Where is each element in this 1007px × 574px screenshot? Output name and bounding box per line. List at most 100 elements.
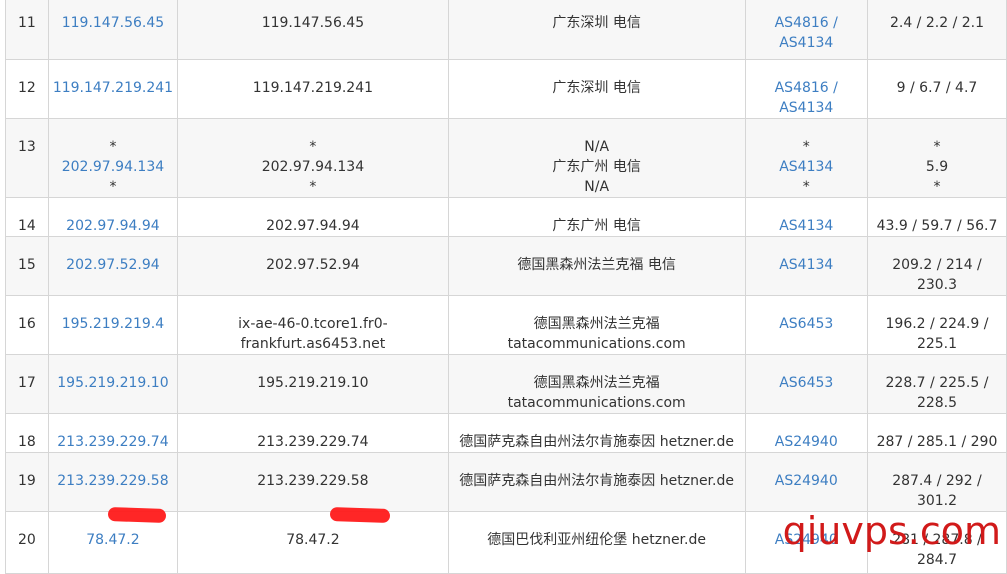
cell-text: 213.239.229.58: [257, 473, 369, 489]
cell-text: 广东深圳 电信: [552, 15, 641, 31]
ip-link[interactable]: 213.239.229.74: [53, 432, 173, 452]
asn-link[interactable]: AS4134: [750, 33, 863, 53]
asn-link[interactable]: AS4816 /: [750, 13, 863, 33]
hop-number-cell: 16: [5, 295, 49, 355]
ip-link[interactable]: 202.97.94.94: [53, 216, 173, 236]
cell-text: *: [309, 139, 317, 155]
latency-cell: 196.2 / 224.9 / 225.1: [866, 295, 1007, 355]
traceroute-table: 11 119.147.56.45 119.147.56.45 广东深圳 电信 AS481…: [5, 0, 1007, 574]
asn-link[interactable]: AS4134: [750, 255, 863, 275]
ip-cell: 213.239.229.58: [47, 452, 179, 512]
cell-text: N/A: [584, 139, 610, 155]
latency-cell: 287.4 / 292 / 301.2: [866, 452, 1007, 512]
hop-number-cell: 14: [5, 197, 49, 237]
hostname-cell: ix-ae-46-0.tcore1.fr0- frankfurt.as6453.n…: [177, 295, 449, 355]
location-cell: 广东深圳 电信: [447, 59, 746, 119]
hop-number: 16: [17, 316, 36, 332]
latency-cell: 43.9 / 59.7 / 56.7: [866, 197, 1007, 237]
hop-number-cell: 17: [5, 354, 49, 414]
watermark-text: qiuvps.com: [782, 509, 1001, 553]
redaction-mark: [329, 506, 391, 524]
ip-cell: 195.219.219.10: [47, 354, 179, 414]
hostname-cell: 195.219.219.10: [177, 354, 449, 414]
ip-link[interactable]: 119.147.56.45: [53, 13, 173, 33]
table-row: 19 213.239.229.58 213.239.229.58 德国萨克森自由州法尔…: [5, 452, 1007, 512]
cell-text: 德国黑森州法兰克福 电信: [517, 257, 676, 273]
table-row: 13 * 202.97.94.134 * * 202.97.94.134 * N/A 广东广州 …: [5, 118, 1007, 198]
hostname-cell: 78.47.2: [177, 511, 449, 574]
asn-link[interactable]: AS24940: [750, 432, 863, 452]
cell-text: *: [109, 179, 117, 195]
cell-text: 广东深圳 电信: [552, 80, 641, 96]
ip-cell: 119.147.56.45: [47, 0, 179, 60]
ip-cell: 213.239.229.74: [47, 413, 179, 453]
asn-link[interactable]: AS4816 /: [750, 78, 863, 98]
location-cell: 德国巴伐利亚州纽伦堡 hetzner.de: [447, 511, 746, 574]
asn-link[interactable]: AS4134: [750, 98, 863, 118]
hop-number-cell: 12: [5, 59, 49, 119]
location-cell: 德国萨克森自由州法尔肯施泰因 hetzner.de: [447, 413, 746, 453]
location-cell: 德国黑森州法兰克福 电信: [447, 236, 746, 296]
cell-text: 287 / 285.1 / 290: [876, 434, 998, 450]
asn-link[interactable]: AS6453: [750, 314, 863, 334]
ip-link[interactable]: 119.147.219.241: [53, 78, 173, 98]
cell-text: 230.3: [916, 277, 958, 293]
ip-link[interactable]: 195.219.219.10: [53, 373, 173, 393]
latency-cell: 228.7 / 225.5 / 228.5: [866, 354, 1007, 414]
cell-text: 209.2 / 214 /: [892, 257, 982, 273]
table-row: 12 119.147.219.241 119.147.219.241 广东深圳 电信 A…: [5, 59, 1007, 119]
hop-number-cell: 15: [5, 236, 49, 296]
cell-text: 202.97.94.134: [261, 159, 365, 175]
table-row: 17 195.219.219.10 195.219.219.10 德国黑森州法兰克福 t…: [5, 354, 1007, 414]
asn-cell: * AS4134 *: [744, 118, 868, 198]
hostname-cell: 213.239.229.74: [177, 413, 449, 453]
hop-number-cell: 20: [5, 511, 49, 574]
asn-cell: AS24940: [744, 413, 868, 453]
cell-text: 228.7 / 225.5 /: [885, 375, 989, 391]
cell-text: 202.97.52.94: [266, 257, 360, 273]
hostname-cell: 202.97.94.94: [177, 197, 449, 237]
cell-text: 301.2: [916, 493, 958, 509]
hostname-cell: 202.97.52.94: [177, 236, 449, 296]
ip-link[interactable]: 213.239.229.58: [53, 471, 173, 491]
cell-text: 287.4 / 292 /: [892, 473, 982, 489]
ip-link[interactable]: 202.97.94.134: [53, 157, 173, 177]
hop-number: 15: [17, 257, 36, 273]
cell-text: *: [309, 179, 317, 195]
latency-cell: 9 / 6.7 / 4.7: [866, 59, 1007, 119]
cell-text: 德国黑森州法兰克福: [533, 316, 660, 332]
cell-text: 5.9: [925, 159, 949, 175]
hop-number-cell: 11: [5, 0, 49, 60]
cell-text: 广东广州 电信: [552, 218, 641, 234]
cell-text: 202.97.94.94: [266, 218, 360, 234]
asn-cell: AS24940: [744, 452, 868, 512]
cell-text: tatacommunications.com: [507, 336, 686, 352]
location-cell: N/A 广东广州 电信 N/A: [447, 118, 746, 198]
hostname-cell: 119.147.56.45: [177, 0, 449, 60]
ip-cell: 202.97.94.94: [47, 197, 179, 237]
ip-cell: * 202.97.94.134 *: [47, 118, 179, 198]
cell-text: 德国萨克森自由州法尔肯施泰因 hetzner.de: [459, 473, 734, 489]
cell-text: 195.219.219.10: [257, 375, 369, 391]
asn-link[interactable]: AS4134: [750, 157, 863, 177]
asn-link[interactable]: AS6453: [750, 373, 863, 393]
cell-text: 德国萨克森自由州法尔肯施泰因 hetzner.de: [459, 434, 734, 450]
asn-link[interactable]: AS4134: [750, 216, 863, 236]
ip-link[interactable]: 202.97.52.94: [53, 255, 173, 275]
hop-number: 14: [17, 218, 36, 234]
cell-text: *: [802, 139, 810, 155]
asn-cell: AS4134: [744, 236, 868, 296]
cell-text: ix-ae-46-0.tcore1.fr0-: [238, 316, 388, 332]
cell-text: 213.239.229.74: [257, 434, 369, 450]
hop-number: 12: [17, 80, 36, 96]
table-row: 14 202.97.94.94 202.97.94.94 广东广州 电信 AS4134 4…: [5, 197, 1007, 237]
ip-link[interactable]: 78.47.2: [53, 530, 173, 550]
redaction-mark: [107, 506, 167, 524]
asn-cell: AS4134: [744, 197, 868, 237]
cell-text: 广东广州 电信: [552, 159, 641, 175]
asn-cell: AS6453: [744, 295, 868, 355]
asn-link[interactable]: AS24940: [750, 471, 863, 491]
cell-text: 228.5: [916, 395, 958, 411]
table-row: 11 119.147.56.45 119.147.56.45 广东深圳 电信 AS481…: [5, 0, 1007, 60]
ip-link[interactable]: 195.219.219.4: [53, 314, 173, 334]
